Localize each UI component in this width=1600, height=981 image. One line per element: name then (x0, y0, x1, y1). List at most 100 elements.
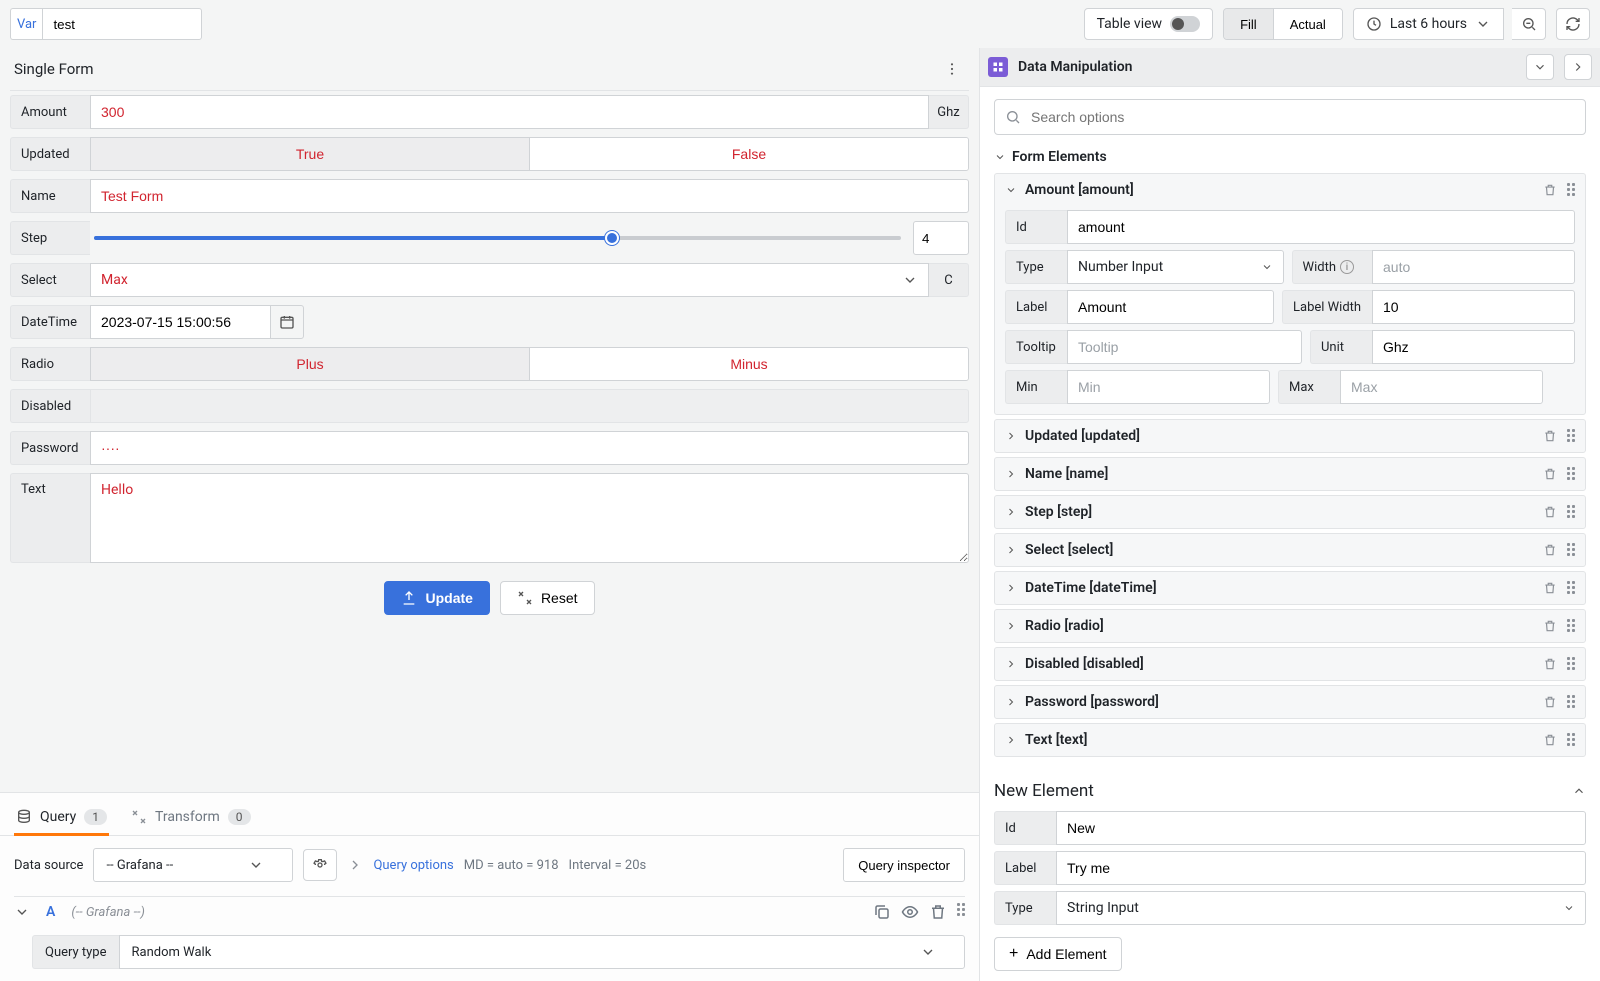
element-title: Amount [amount] (1025, 182, 1535, 198)
chevron-down-icon (920, 944, 936, 960)
fill-button[interactable]: Fill (1224, 9, 1273, 39)
interval-info: Interval = 20s (569, 858, 647, 873)
search-field[interactable] (1029, 108, 1575, 126)
query-letter[interactable]: A (40, 904, 61, 920)
panel-menu-button[interactable] (939, 56, 965, 82)
update-button[interactable]: Update (384, 581, 489, 615)
step-value-input[interactable] (913, 221, 969, 255)
trash-icon[interactable] (1543, 467, 1557, 481)
form-elements-section[interactable]: Form Elements (994, 135, 1586, 173)
fill-actual-segment: Fill Actual (1223, 8, 1343, 40)
trash-icon[interactable] (1543, 543, 1557, 557)
table-view-toggle[interactable]: Table view (1084, 8, 1214, 40)
element-header[interactable]: Name [name] (995, 458, 1585, 490)
add-element-button[interactable]: + Add Element (994, 937, 1122, 971)
query-inspector-button[interactable]: Query inspector (843, 848, 965, 882)
drag-icon[interactable] (1567, 429, 1575, 443)
chevron-up-icon[interactable] (1572, 784, 1586, 798)
trash-icon[interactable] (1543, 695, 1557, 709)
trash-icon[interactable] (1543, 183, 1557, 197)
tooltip-label: Tooltip (1005, 330, 1067, 364)
panel-type-dropdown[interactable] (1526, 54, 1554, 80)
trash-icon[interactable] (1543, 505, 1557, 519)
eye-icon[interactable] (901, 903, 919, 921)
max-input[interactable] (1340, 370, 1543, 404)
search-options-input[interactable] (994, 99, 1586, 135)
element-header[interactable]: DateTime [dateTime] (995, 572, 1585, 604)
chevron-down-icon (1261, 261, 1273, 273)
transform-tab[interactable]: Transform 0 (129, 803, 253, 835)
element-header[interactable]: Radio [radio] (995, 610, 1585, 642)
element-updated: Updated [updated] (994, 419, 1586, 453)
password-input[interactable] (90, 431, 969, 465)
text-textarea[interactable] (90, 473, 969, 563)
trash-icon[interactable] (1543, 657, 1557, 671)
query-options-link[interactable]: Query options (373, 858, 453, 873)
calendar-button[interactable] (270, 305, 304, 339)
new-id-input[interactable] (1056, 811, 1586, 845)
unit-input[interactable] (1372, 330, 1575, 364)
actual-button[interactable]: Actual (1273, 9, 1342, 39)
drag-icon[interactable] (1567, 619, 1575, 633)
datasource-settings-button[interactable] (303, 849, 337, 881)
amount-input[interactable] (90, 95, 929, 129)
name-input[interactable] (90, 179, 969, 213)
type-select[interactable]: Number Input (1067, 250, 1284, 284)
transform-icon (131, 809, 147, 825)
select-dropdown[interactable]: Max (90, 263, 929, 297)
element-header[interactable]: Password [password] (995, 686, 1585, 718)
radio-plus-button[interactable]: Plus (91, 348, 529, 380)
radio-minus-button[interactable]: Minus (529, 348, 968, 380)
tooltip-input[interactable] (1067, 330, 1302, 364)
drag-icon[interactable] (1567, 183, 1575, 197)
duplicate-icon[interactable] (873, 903, 891, 921)
trash-icon[interactable] (1543, 429, 1557, 443)
drag-icon[interactable] (1567, 581, 1575, 595)
variable-input[interactable] (42, 8, 202, 40)
datasource-select[interactable]: -- Grafana -- (93, 848, 293, 882)
collapse-panel-button[interactable] (1564, 54, 1592, 80)
trash-icon[interactable] (1543, 733, 1557, 747)
drag-icon[interactable] (1567, 657, 1575, 671)
new-type-select[interactable]: String Input (1056, 891, 1586, 925)
drag-icon[interactable] (1567, 467, 1575, 481)
min-input[interactable] (1067, 370, 1270, 404)
updated-true-button[interactable]: True (91, 138, 529, 170)
drag-icon[interactable] (1567, 543, 1575, 557)
datetime-input[interactable] (90, 305, 270, 339)
updated-false-button[interactable]: False (529, 138, 968, 170)
element-title: Select [select] (1025, 542, 1535, 558)
drag-icon[interactable] (1567, 695, 1575, 709)
id-input[interactable] (1067, 210, 1575, 244)
element-header[interactable]: Select [select] (995, 534, 1585, 566)
refresh-icon (1565, 16, 1581, 32)
element-header[interactable]: Disabled [disabled] (995, 648, 1585, 680)
drag-icon[interactable] (1567, 505, 1575, 519)
chevron-down-icon[interactable] (14, 904, 30, 920)
element-header[interactable]: Text [text] (995, 724, 1585, 756)
new-id-label: Id (994, 811, 1056, 845)
width-input[interactable] (1372, 250, 1575, 284)
element-header[interactable]: Step [step] (995, 496, 1585, 528)
element-text: Text [text] (994, 723, 1586, 757)
reset-button[interactable]: Reset (500, 581, 595, 615)
trash-icon[interactable] (1543, 619, 1557, 633)
query-type-select[interactable]: Random Walk (119, 935, 966, 969)
label-width-input[interactable] (1372, 290, 1575, 324)
time-range-picker[interactable]: Last 6 hours (1353, 8, 1504, 40)
zoom-out-button[interactable] (1512, 8, 1546, 40)
query-tab[interactable]: Query 1 (14, 803, 109, 835)
label-input[interactable] (1067, 290, 1274, 324)
element-header[interactable]: Amount [amount] (995, 174, 1585, 206)
drag-icon[interactable] (1567, 733, 1575, 747)
new-label-input[interactable] (1056, 851, 1586, 885)
time-range-label: Last 6 hours (1390, 16, 1467, 32)
refresh-button[interactable] (1556, 8, 1590, 40)
trash-icon[interactable] (1543, 581, 1557, 595)
trash-icon[interactable] (929, 903, 947, 921)
drag-icon[interactable] (957, 903, 965, 921)
step-slider[interactable] (90, 221, 905, 255)
chevron-down-icon (248, 857, 264, 873)
element-header[interactable]: Updated [updated] (995, 420, 1585, 452)
element-title: Name [name] (1025, 466, 1535, 482)
